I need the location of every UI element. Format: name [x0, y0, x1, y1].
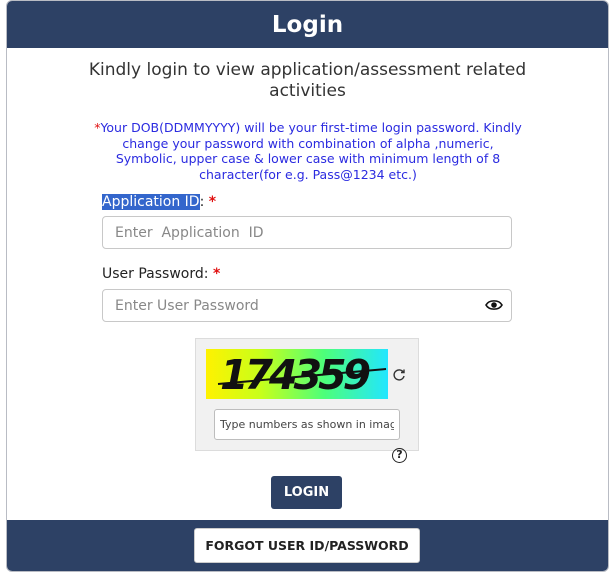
captcha-box: 174359 [195, 338, 419, 451]
help-icon[interactable]: ? [392, 448, 407, 463]
login-button[interactable]: LOGIN [271, 476, 342, 509]
notice-text: Your DOB(DDMMYYYY) will be your first-ti… [100, 120, 522, 182]
required-marker: * [212, 266, 221, 282]
captcha-input[interactable] [214, 409, 400, 440]
user-password-label: User Password: * [102, 266, 220, 282]
application-id-input[interactable] [102, 216, 512, 249]
refresh-icon[interactable] [392, 368, 406, 382]
user-password-label-text: User Password: [102, 266, 209, 282]
login-subtitle: Kindly login to view application/assessm… [88, 60, 527, 101]
application-id-label-text: Application ID [102, 194, 200, 210]
password-notice: *Your DOB(DDMMYYYY) will be your first-t… [93, 120, 523, 182]
captcha-noise-line [217, 368, 387, 385]
application-id-label-suffix: : [199, 194, 205, 210]
page-title: Login [271, 11, 344, 38]
login-panel: Login Kindly login to view application/a… [6, 0, 609, 572]
eye-icon[interactable] [485, 298, 503, 312]
user-password-input[interactable] [102, 289, 512, 322]
captcha-image: 174359 [206, 349, 388, 399]
forgot-user-id-password-button[interactable]: FORGOT USER ID/PASSWORD [194, 528, 420, 563]
login-header: Login [7, 1, 608, 48]
required-marker: * [208, 194, 217, 210]
application-id-label: Application ID: * [102, 194, 216, 210]
